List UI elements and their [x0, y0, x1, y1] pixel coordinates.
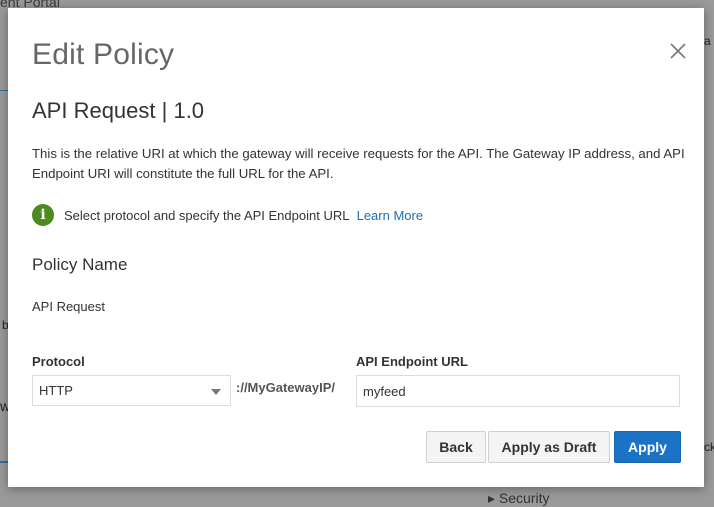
background-text-fragment: ck — [704, 440, 714, 454]
section-title: API Request | 1.0 — [32, 98, 205, 123]
info-icon: i — [32, 204, 54, 226]
gateway-address: ://MyGatewayIP/ — [236, 380, 335, 395]
edit-policy-dialog: Edit Policy API Request | 1.0 This is th… — [8, 8, 704, 487]
protocol-select[interactable]: HTTP — [32, 375, 231, 406]
background-divider — [0, 90, 8, 91]
policy-description: This is the relative URI at which the ga… — [32, 146, 685, 181]
policy-name-label: Policy Name — [32, 255, 128, 274]
info-text: Select protocol and specify the API Endp… — [64, 208, 423, 223]
info-message-text: Select protocol and specify the API Endp… — [64, 207, 349, 223]
protocol-label: Protocol — [32, 354, 85, 369]
chevron-down-icon — [211, 389, 221, 395]
endpoint-url-input[interactable] — [356, 375, 680, 407]
back-button[interactable]: Back — [426, 431, 486, 463]
background-text-fragment: a — [704, 34, 711, 48]
close-icon[interactable] — [668, 41, 688, 61]
apply-as-draft-button[interactable]: Apply as Draft — [488, 431, 610, 463]
protocol-selected-value: HTTP — [39, 383, 73, 398]
apply-button[interactable]: Apply — [614, 431, 681, 463]
endpoint-label: API Endpoint URL — [356, 354, 468, 369]
policy-name-value: API Request — [32, 299, 105, 314]
dialog-title: Edit Policy — [32, 38, 175, 71]
background-security-item: ▸ Security — [488, 490, 550, 506]
background-divider — [0, 461, 8, 463]
learn-more-link[interactable]: Learn More — [357, 208, 423, 223]
info-message: i Select protocol and specify the API En… — [32, 203, 423, 227]
